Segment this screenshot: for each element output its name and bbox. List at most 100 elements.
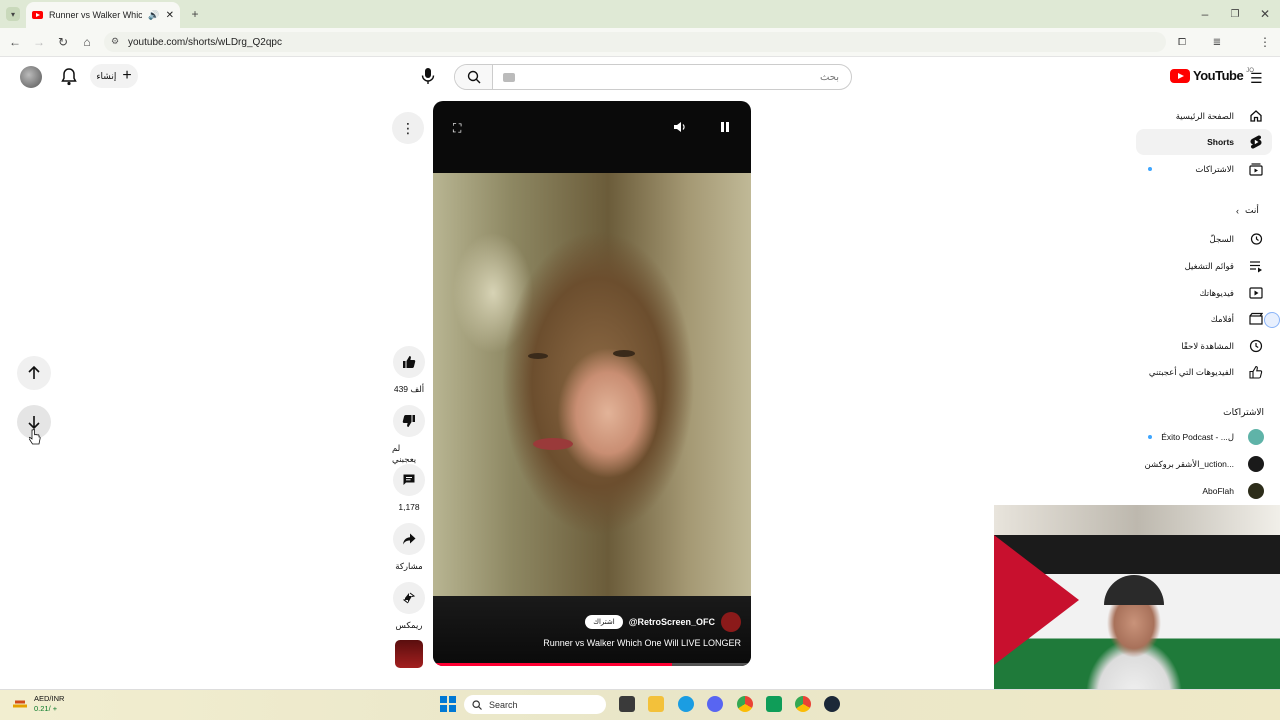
liked-icon xyxy=(1248,364,1264,380)
sidebar-item-label: فيديوهاتك xyxy=(1199,287,1234,298)
search-icon xyxy=(467,70,480,84)
progress-bar[interactable] xyxy=(433,663,751,666)
sidebar-item-label: الصفحة الرئيسية xyxy=(1175,110,1234,121)
weather-widget-icon[interactable] xyxy=(12,696,28,710)
channel-avatar xyxy=(1248,483,1264,499)
browser-menu-icon[interactable]: ⋮ xyxy=(1258,35,1272,49)
arrow-down-icon xyxy=(28,416,40,430)
tab-search-icon[interactable]: ▾ xyxy=(6,7,20,21)
video-eye xyxy=(613,350,635,357)
comments-button[interactable] xyxy=(393,464,425,496)
app-icon[interactable] xyxy=(766,696,782,712)
chrome-icon[interactable] xyxy=(737,696,753,712)
short-title[interactable]: Runner vs Walker Which One Will LIVE LON… xyxy=(543,638,741,648)
extensions-icon[interactable]: ⧠ xyxy=(1175,35,1189,49)
remix-icon xyxy=(402,592,416,604)
tab-close-icon[interactable]: ✕ xyxy=(166,10,174,21)
file-explorer-icon[interactable] xyxy=(648,696,664,712)
sidebar-item-label: الاشتراكات xyxy=(1195,163,1234,174)
search-icon xyxy=(472,699,482,710)
share-button[interactable] xyxy=(393,523,425,555)
home-button-icon[interactable]: ⌂ xyxy=(80,35,94,49)
steam-icon[interactable] xyxy=(824,696,840,712)
previous-short-button[interactable] xyxy=(17,356,51,390)
sidebar-item-playlists[interactable]: قوائم التشغيل xyxy=(1136,253,1264,279)
maximize-icon[interactable]: ❐ xyxy=(1228,7,1242,21)
subscribe-button[interactable]: اشتراك xyxy=(585,615,623,629)
window-close-icon[interactable]: ✕ xyxy=(1258,7,1272,21)
windows-taskbar xyxy=(0,689,1280,720)
you-section-header[interactable]: ‹ أنت xyxy=(1236,205,1259,216)
channel-handle[interactable]: @RetroScreen_OFC xyxy=(629,617,715,627)
task-view-icon[interactable] xyxy=(619,696,635,712)
new-content-dot xyxy=(1148,167,1152,171)
channel-row: @RetroScreen_OFC اشتراك xyxy=(585,612,741,632)
keyboard-icon[interactable] xyxy=(503,73,515,82)
sidebar-subscription[interactable]: AboFlah xyxy=(1136,478,1264,504)
windows-start-icon[interactable] xyxy=(440,696,456,712)
youtube-logo[interactable]: YouTube JO xyxy=(1170,68,1254,83)
browser-tab[interactable]: Runner vs Walker Which O 🔊 ✕ xyxy=(26,2,180,28)
tab-audio-icon[interactable]: 🔊 xyxy=(148,10,159,21)
sidebar-item-label: Shorts xyxy=(1207,137,1234,147)
channel-avatar[interactable] xyxy=(721,612,741,632)
subscriptions-header: الاشتراكات xyxy=(1223,407,1264,417)
sidebar-item-shorts[interactable]: Shorts xyxy=(1136,129,1264,155)
mouse-cursor-icon xyxy=(29,429,41,445)
sidebar-item-movies[interactable]: أفلامك xyxy=(1136,306,1264,332)
voice-access-icon[interactable] xyxy=(1264,312,1280,328)
guide-menu-icon[interactable]: ☰ xyxy=(1250,70,1263,87)
sidebar-item-home[interactable]: الصفحة الرئيسية xyxy=(1136,103,1264,129)
channel-avatar xyxy=(1248,429,1264,445)
sidebar-item-history[interactable]: السجلّ xyxy=(1136,226,1264,252)
sidebar-item-watch-later[interactable]: المشاهدة لاحقًا xyxy=(1136,333,1264,359)
volume-icon[interactable] xyxy=(673,120,687,134)
remix-button[interactable] xyxy=(393,582,425,614)
dislike-action: لم يعجبني xyxy=(392,405,426,465)
comment-count: 1,178 xyxy=(398,502,420,512)
dislike-label: لم يعجبني xyxy=(392,443,417,464)
video-frame[interactable] xyxy=(433,173,751,596)
like-count: 439 ألف xyxy=(393,384,425,394)
shorts-player[interactable]: ⛶ @RetroScreen_OFC اشتراك Runner vs Walk… xyxy=(433,101,751,666)
sidebar-item-label: الفيديوهات التي أعجبتني xyxy=(1148,366,1234,377)
discord-icon[interactable] xyxy=(707,696,723,712)
forward-icon[interactable]: → xyxy=(32,35,46,49)
search-input[interactable] xyxy=(493,65,851,89)
search-box xyxy=(454,64,852,90)
minimize-icon[interactable]: – xyxy=(1198,7,1212,21)
new-tab-icon[interactable]: + xyxy=(188,7,202,21)
reload-icon[interactable]: ↻ xyxy=(56,35,70,49)
back-icon[interactable]: ← xyxy=(8,35,22,49)
comment-icon xyxy=(403,474,415,485)
pause-icon[interactable] xyxy=(719,121,731,133)
flag-triangle xyxy=(994,535,1079,665)
like-button[interactable] xyxy=(393,346,425,378)
chrome-profile-icon[interactable] xyxy=(795,696,811,712)
reading-list-icon[interactable]: ≣ xyxy=(1210,35,1224,49)
ticker-widget[interactable]: AED/INR 0.21/ + xyxy=(34,694,64,714)
your-videos-icon xyxy=(1248,285,1264,301)
sidebar-subscription[interactable]: Éxito Podcast - ...ل xyxy=(1136,424,1264,450)
movies-icon xyxy=(1248,311,1264,327)
taskbar-search[interactable]: Search xyxy=(464,695,606,714)
search-button[interactable] xyxy=(455,65,493,89)
account-avatar[interactable] xyxy=(20,66,42,88)
site-info-icon[interactable]: ⚙ xyxy=(111,36,119,47)
edge-browser-icon[interactable] xyxy=(678,696,694,712)
address-bar[interactable]: ⚙ youtube.com/shorts/wLDrg_Q2qpc xyxy=(104,32,1166,52)
sidebar-item-liked-videos[interactable]: الفيديوهات التي أعجبتني xyxy=(1136,359,1264,385)
sidebar-item-subscriptions[interactable]: الاشتراكات xyxy=(1136,156,1264,182)
fullscreen-icon[interactable]: ⛶ xyxy=(453,121,461,136)
home-icon xyxy=(1248,108,1264,124)
more-options-button[interactable]: ⋮ xyxy=(392,112,424,144)
arrow-up-icon xyxy=(28,365,40,379)
dislike-button[interactable] xyxy=(393,405,425,437)
notifications-icon[interactable] xyxy=(61,68,77,86)
taskbar-search-label: Search xyxy=(489,699,518,710)
voice-search-icon[interactable] xyxy=(420,67,436,85)
sidebar-item-your-videos[interactable]: فيديوهاتك xyxy=(1136,280,1264,306)
create-button[interactable]: إنشاء + xyxy=(90,64,138,88)
sound-thumbnail[interactable] xyxy=(395,640,423,668)
sidebar-subscription[interactable]: الأشقر بروكشن_uction... xyxy=(1136,451,1264,477)
